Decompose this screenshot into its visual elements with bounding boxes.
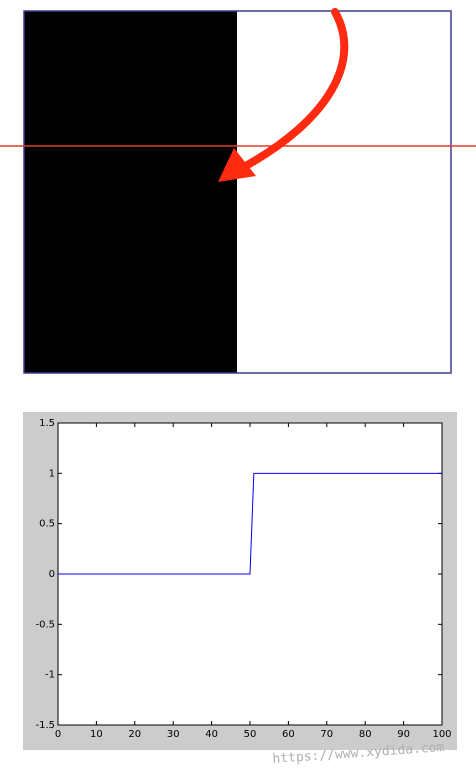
line-plot: 0 10 20 30 40 50 60 70 80 90 100 1.5 1 0.5 0 -0.5 -1 -1.5 <box>35 418 451 740</box>
x-tick-label: 10 <box>90 729 103 740</box>
y-tick-label: -0.5 <box>35 619 55 630</box>
x-tick-label: 20 <box>128 729 141 740</box>
x-tick-label: 30 <box>167 729 180 740</box>
edge-image-figure <box>0 8 476 374</box>
y-tick-label: 1 <box>49 468 55 479</box>
x-tick-label: 80 <box>359 729 372 740</box>
y-tick-label: 1.5 <box>39 418 55 429</box>
x-tick-label: 0 <box>55 729 61 740</box>
x-tick-label: 60 <box>282 729 295 740</box>
x-tick-label: 70 <box>320 729 333 740</box>
image-left-dark-region <box>24 11 237 373</box>
x-tick-label: 50 <box>244 729 257 740</box>
y-tick-label: -1 <box>45 670 55 681</box>
y-tick-label: 0.5 <box>39 519 55 530</box>
y-tick-label: 0 <box>49 569 55 580</box>
y-tick-label: -1.5 <box>35 720 55 731</box>
x-tick-label: 90 <box>397 729 410 740</box>
x-tick-label: 40 <box>205 729 218 740</box>
plot-panel: 0 10 20 30 40 50 60 70 80 90 100 1.5 1 0.5 0 -0.5 -1 -1.5 <box>23 412 457 750</box>
x-tick-label: 100 <box>432 729 451 740</box>
